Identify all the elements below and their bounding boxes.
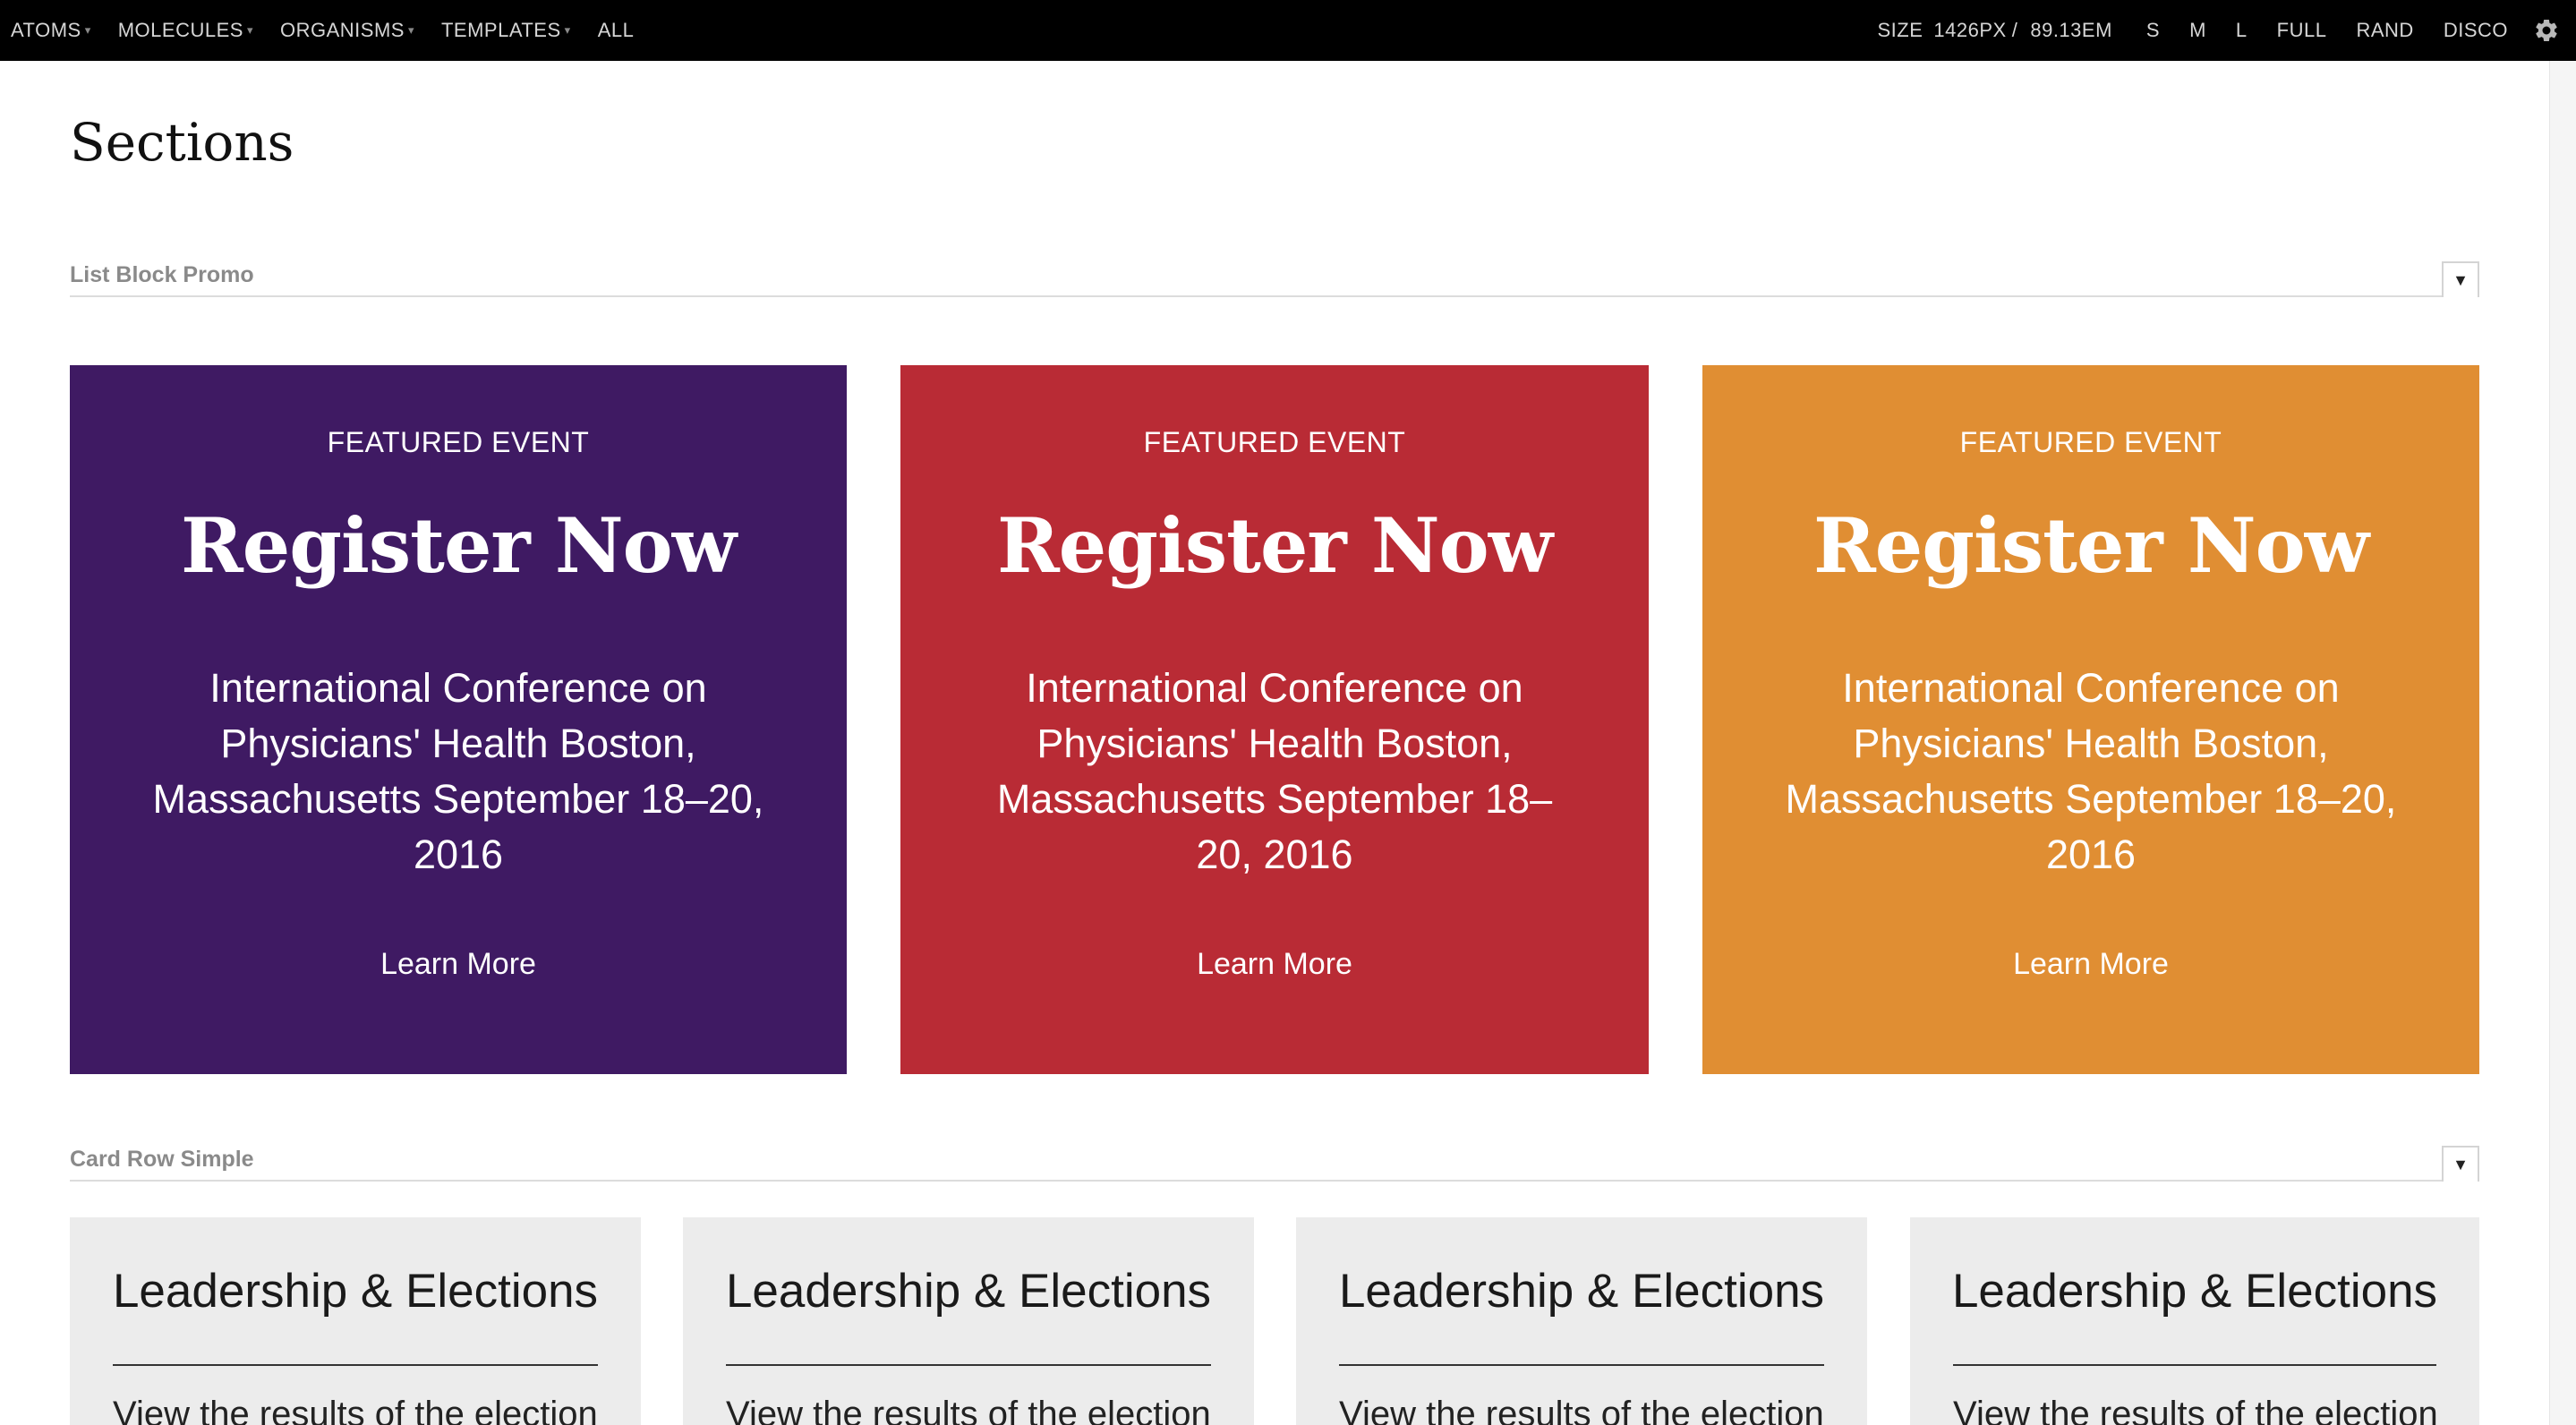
chevron-down-icon: ▾: [564, 23, 571, 37]
pattern-lab-toolbar: ATOMS ▾ MOLECULES ▾ ORGANISMS ▾ TEMPLATE…: [0, 0, 2576, 61]
viewport-disco-button[interactable]: DISCO: [2444, 19, 2508, 42]
card-simple: Leadership & Elections View the results …: [1910, 1217, 2479, 1425]
page-title: Sections: [70, 112, 294, 173]
section-toggle-button[interactable]: ▼: [2442, 261, 2479, 297]
card-divider: [113, 1364, 598, 1366]
size-px-value[interactable]: 1426PX: [1933, 19, 2006, 42]
promo-headline: Register Now: [1813, 501, 2369, 590]
nav-molecules[interactable]: MOLECULES ▾: [118, 19, 253, 42]
section-header-card-row-simple: Card Row Simple ▼: [70, 1137, 2479, 1182]
promo-block-orange: FEATURED EVENT Register Now Internationa…: [1702, 365, 2479, 1074]
viewport-small-button[interactable]: S: [2146, 19, 2160, 42]
section-label: List Block Promo: [70, 262, 254, 287]
card-text: View the results of the election: [1339, 1395, 1824, 1425]
card-simple: Leadership & Elections View the results …: [70, 1217, 641, 1425]
nav-templates[interactable]: TEMPLATES ▾: [441, 19, 571, 42]
size-px-number: 1426: [1933, 19, 1980, 41]
card-divider: [1339, 1364, 1824, 1366]
viewport-large-button[interactable]: L: [2236, 19, 2248, 42]
card-text: View the results of the election: [113, 1395, 598, 1425]
learn-more-link[interactable]: Learn More: [1702, 947, 2479, 982]
size-px-unit: PX: [1979, 19, 2007, 41]
nav-atoms[interactable]: ATOMS ▾: [11, 19, 91, 42]
promo-eyebrow: FEATURED EVENT: [327, 426, 590, 458]
viewport-random-button[interactable]: RAND: [2356, 19, 2413, 42]
card-simple: Leadership & Elections View the results …: [683, 1217, 1254, 1425]
promo-description: International Conference on Physicians' …: [152, 665, 764, 877]
size-separator: /: [2011, 19, 2018, 41]
card-title: Leadership & Elections: [1951, 1265, 2438, 1318]
size-em-value[interactable]: 89.13EM: [2030, 19, 2112, 42]
card-text: View the results of the election: [1953, 1395, 2438, 1425]
card-simple: Leadership & Elections View the results …: [1296, 1217, 1867, 1425]
gear-icon[interactable]: [2533, 17, 2560, 44]
nav-templates-label: TEMPLATES: [440, 19, 561, 41]
card-title: Leadership & Elections: [112, 1265, 599, 1318]
nav-all-label: ALL: [597, 19, 635, 41]
size-label: SIZE: [1877, 19, 1923, 41]
chevron-down-icon: ▾: [407, 23, 414, 37]
promo-eyebrow: FEATURED EVENT: [1959, 426, 2222, 458]
card-title: Leadership & Elections: [1338, 1265, 1825, 1318]
viewport-medium-button[interactable]: M: [2189, 19, 2206, 42]
nav-organisms-label: ORGANISMS: [279, 19, 405, 41]
card-title: Leadership & Elections: [725, 1265, 1212, 1318]
page-scrollbar[interactable]: [2549, 61, 2576, 1425]
card-divider: [1953, 1364, 2436, 1366]
chevron-down-icon: ▾: [246, 23, 253, 37]
promo-headline: Register Now: [996, 501, 1553, 590]
section-header-list-block-promo: List Block Promo ▼: [70, 252, 2479, 297]
viewport-full-button[interactable]: FULL: [2277, 19, 2327, 42]
promo-headline: Register Now: [180, 501, 737, 590]
promo-block-purple: FEATURED EVENT Register Now Internationa…: [70, 365, 847, 1074]
promo-description: International Conference on Physicians' …: [1785, 665, 2397, 877]
triangle-down-icon: ▼: [2452, 1155, 2469, 1173]
promo-block-red: FEATURED EVENT Register Now Internationa…: [900, 365, 1649, 1074]
nav-molecules-label: MOLECULES: [117, 19, 243, 41]
nav-organisms[interactable]: ORGANISMS ▾: [280, 19, 414, 42]
section-label: Card Row Simple: [70, 1147, 254, 1172]
chevron-down-icon: ▾: [84, 23, 91, 37]
nav-atoms-label: ATOMS: [11, 19, 81, 41]
learn-more-link[interactable]: Learn More: [900, 947, 1649, 982]
card-divider: [726, 1364, 1211, 1366]
card-text: View the results of the election: [726, 1395, 1211, 1425]
triangle-down-icon: ▼: [2452, 270, 2469, 289]
promo-eyebrow: FEATURED EVENT: [1143, 426, 1406, 458]
nav-all[interactable]: ALL: [598, 19, 635, 42]
toolbar-nav: ATOMS ▾ MOLECULES ▾ ORGANISMS ▾ TEMPLATE…: [11, 0, 661, 61]
learn-more-link[interactable]: Learn More: [70, 947, 847, 982]
promo-description: International Conference on Physicians' …: [996, 665, 1553, 877]
section-toggle-button[interactable]: ▼: [2442, 1146, 2479, 1182]
viewport-controls: SIZE 1426PX / 89.13EM S M L FULL RAND DI…: [1878, 0, 2561, 61]
